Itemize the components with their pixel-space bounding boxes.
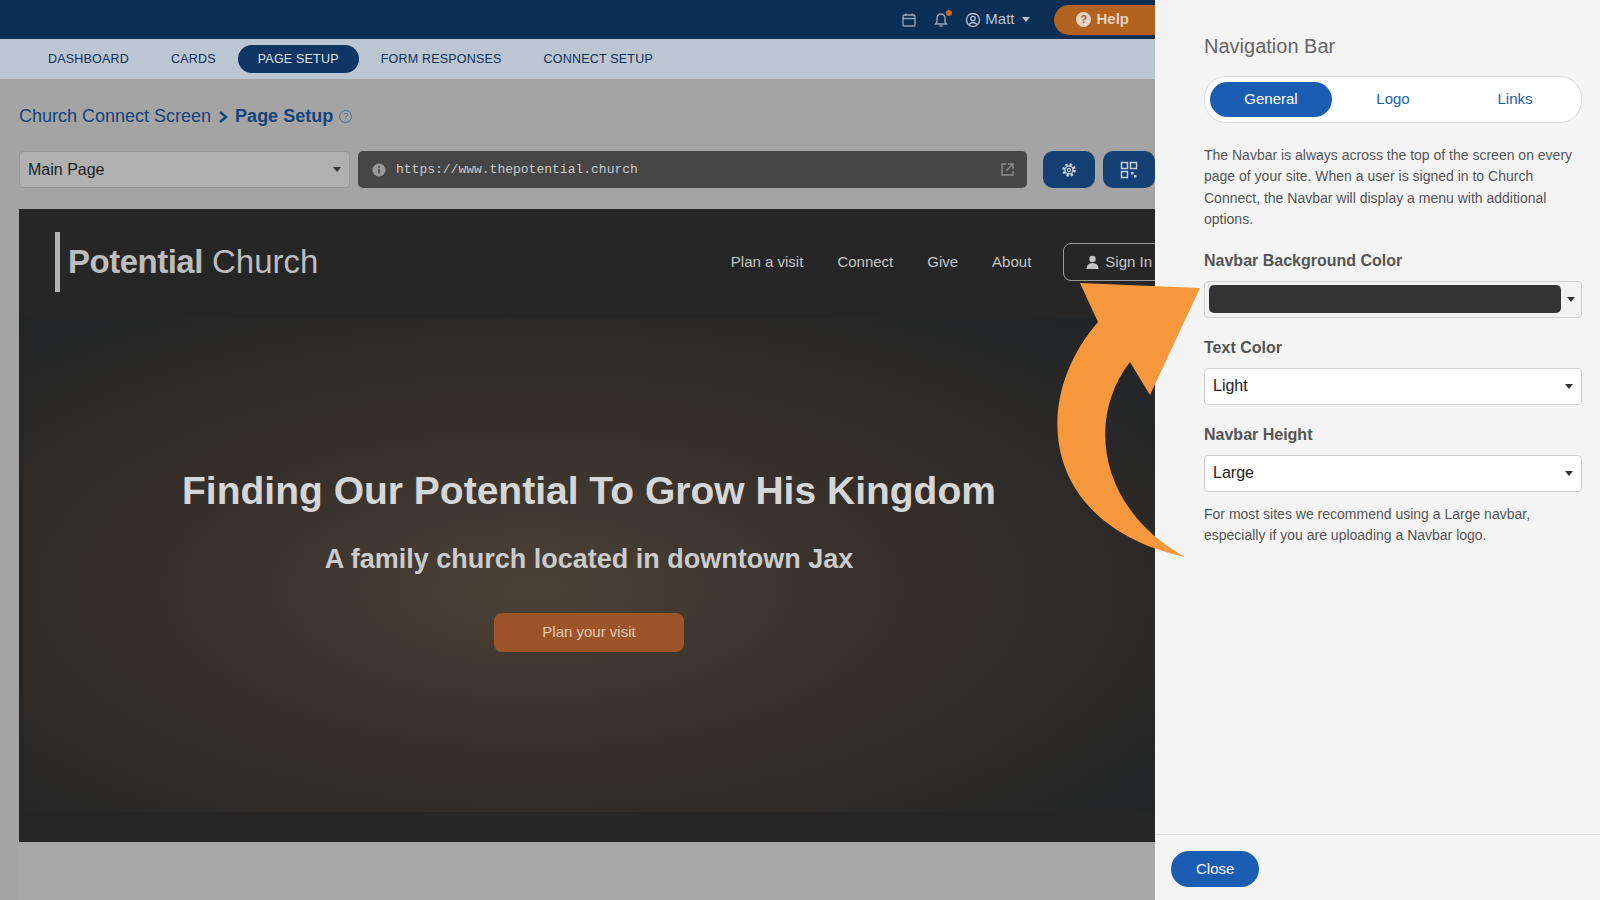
page-select-value[interactable]: Main Page bbox=[28, 158, 105, 182]
help-button[interactable]: ? Help bbox=[1054, 5, 1155, 35]
plan-visit-button[interactable]: Plan your visit bbox=[494, 613, 684, 652]
qr-code-icon bbox=[1120, 161, 1138, 179]
section-tab[interactable]: FORM RESPONSES bbox=[361, 45, 522, 74]
field-label: Text Color bbox=[1204, 336, 1582, 360]
section-tab[interactable]: DASHBOARD bbox=[28, 45, 149, 74]
hero-banner: Finding Our Potential To Grow His Kingdo… bbox=[23, 318, 1155, 812]
main-area: Matt ? Help DASHBOARDCARDSPAGE SETUPFORM… bbox=[0, 0, 1155, 900]
preview-link[interactable]: Give bbox=[927, 251, 958, 274]
person-icon bbox=[1086, 255, 1099, 269]
page-select[interactable]: Main Page bbox=[19, 151, 350, 188]
panel-tabs: GeneralLogoLinks bbox=[1204, 76, 1582, 123]
preview-link[interactable]: About bbox=[992, 251, 1031, 274]
breadcrumb-current: Page Setup bbox=[235, 103, 333, 130]
field-label: Navbar Background Color bbox=[1204, 249, 1582, 273]
user-menu[interactable]: Matt bbox=[965, 8, 1030, 31]
preview-link[interactable]: Connect bbox=[837, 251, 893, 274]
user-icon bbox=[965, 12, 981, 28]
notifications[interactable] bbox=[933, 12, 949, 28]
settings-button[interactable] bbox=[1043, 151, 1095, 188]
hero-subtitle: A family church located in downtown Jax bbox=[325, 539, 854, 580]
notification-dot bbox=[946, 10, 952, 16]
preview-links: Plan a visit Connect Give About Sign In bbox=[731, 243, 1155, 282]
breadcrumb: Church Connect Screen Page Setup ? bbox=[0, 79, 1155, 130]
url-text[interactable]: https://www.thepotential.church bbox=[396, 160, 990, 180]
sign-in-button[interactable]: Sign In bbox=[1063, 243, 1155, 282]
section-tabs: DASHBOARDCARDSPAGE SETUPFORM RESPONSESCO… bbox=[0, 39, 1155, 79]
chevron-icon bbox=[217, 110, 229, 124]
top-bar: Matt ? Help bbox=[0, 0, 1155, 39]
color-swatch[interactable] bbox=[1209, 285, 1561, 313]
select-value[interactable]: Light bbox=[1213, 374, 1248, 398]
qr-button[interactable] bbox=[1103, 151, 1155, 188]
panel-tab[interactable]: General bbox=[1210, 82, 1332, 117]
close-button[interactable]: Close bbox=[1171, 851, 1259, 888]
url-field[interactable]: https://www.thepotential.church bbox=[358, 151, 1027, 188]
gear-icon bbox=[1060, 161, 1078, 179]
panel-tab[interactable]: Links bbox=[1454, 82, 1576, 117]
annotation-arrow-icon bbox=[0, 0, 1600, 900]
section-tab[interactable]: PAGE SETUP bbox=[238, 45, 359, 74]
select-value[interactable]: Large bbox=[1213, 461, 1254, 485]
site-preview: Potential Church Plan a visit Connect Give… bbox=[19, 209, 1155, 900]
help-label[interactable]: Help bbox=[1096, 8, 1129, 31]
form-field: Text Color Light bbox=[1204, 336, 1582, 405]
sign-in-label[interactable]: Sign In bbox=[1105, 251, 1152, 274]
caret-icon bbox=[1565, 384, 1573, 389]
user-name[interactable]: Matt bbox=[985, 8, 1014, 31]
preview-link[interactable]: Plan a visit bbox=[731, 251, 804, 274]
field-help: For most sites we recommend using a Larg… bbox=[1204, 504, 1582, 546]
field-label: Navbar Height bbox=[1204, 423, 1582, 447]
external-link-icon[interactable] bbox=[1000, 162, 1015, 177]
help-icon[interactable]: ? bbox=[339, 110, 352, 123]
caret-icon bbox=[1565, 471, 1573, 476]
help-icon: ? bbox=[1076, 12, 1091, 27]
church-logo[interactable]: Potential Church bbox=[55, 232, 318, 292]
caret-icon bbox=[1022, 17, 1030, 22]
logo-light: Church bbox=[212, 243, 318, 280]
section-tab[interactable]: CONNECT SETUP bbox=[524, 45, 673, 74]
calendar-icon[interactable] bbox=[901, 12, 917, 28]
section-tab[interactable]: CARDS bbox=[151, 45, 236, 74]
panel-description: The Navbar is always across the top of t… bbox=[1204, 145, 1582, 231]
form-field: Navbar Height Large For most sites we reco… bbox=[1204, 423, 1582, 546]
select-field[interactable]: Light bbox=[1204, 368, 1582, 405]
breadcrumb-parent[interactable]: Church Connect Screen bbox=[19, 103, 211, 130]
panel-tab[interactable]: Logo bbox=[1332, 82, 1454, 117]
info-icon bbox=[372, 163, 386, 177]
caret-icon bbox=[1567, 297, 1575, 302]
logo-bold: Potential bbox=[68, 243, 203, 280]
color-picker[interactable] bbox=[1204, 281, 1582, 318]
settings-panel: Navigation Bar GeneralLogoLinks The Navb… bbox=[1155, 0, 1600, 900]
hero-title: Finding Our Potential To Grow His Kingdo… bbox=[182, 468, 996, 515]
caret-icon bbox=[333, 167, 341, 172]
select-field[interactable]: Large bbox=[1204, 455, 1582, 492]
panel-title: Navigation Bar bbox=[1204, 34, 1582, 58]
preview-navbar: Potential Church Plan a visit Connect Give… bbox=[19, 209, 1155, 315]
page-controls: Main Page https://www.thepotential.churc… bbox=[0, 151, 1155, 188]
form-field: Navbar Background Color bbox=[1204, 249, 1582, 318]
